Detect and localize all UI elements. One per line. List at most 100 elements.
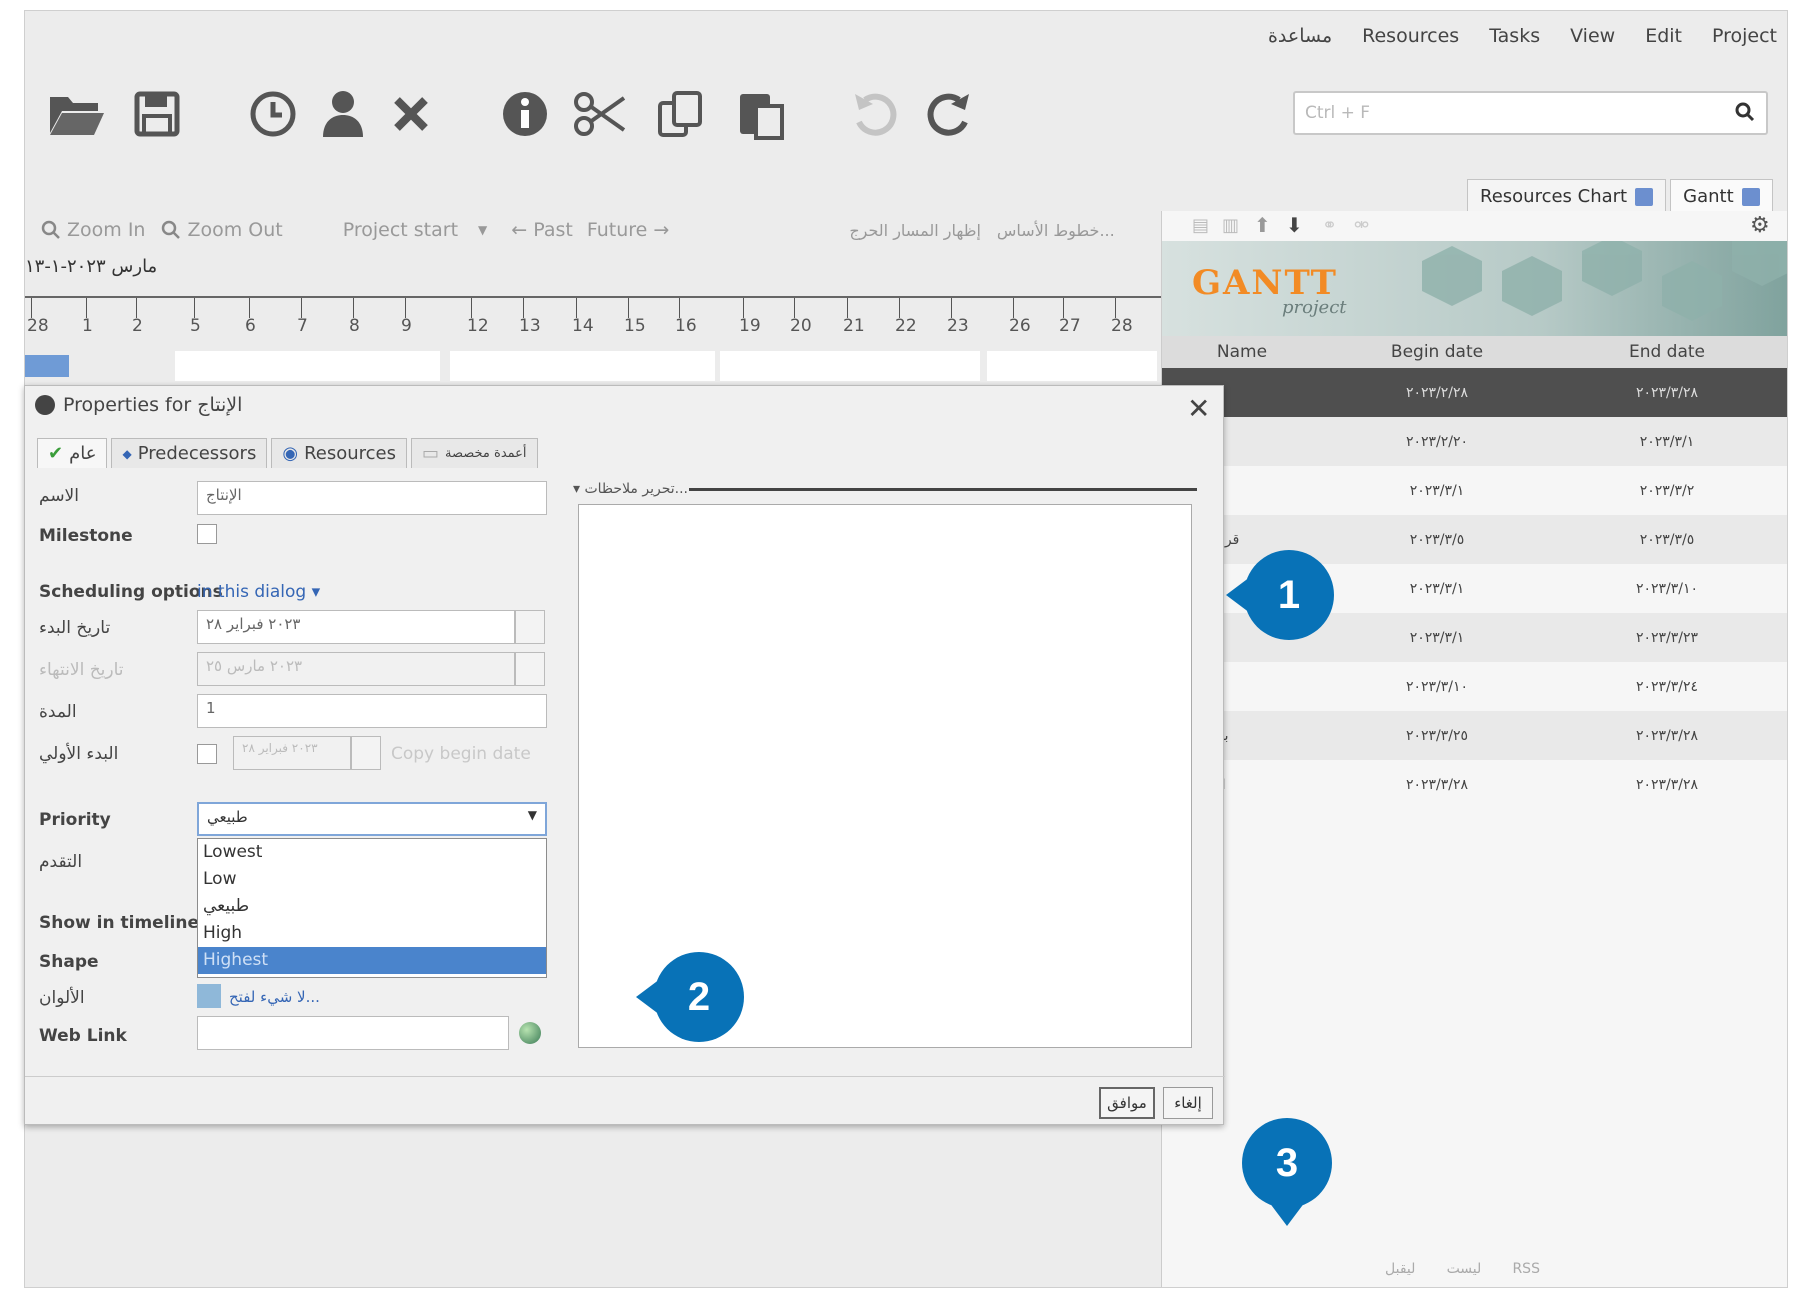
baselines-label: خطوط الأساس...	[996, 220, 1115, 240]
milestone-checkbox[interactable]	[197, 524, 217, 544]
zoom-in-button[interactable]: Zoom In	[41, 219, 145, 241]
clock-icon[interactable]	[243, 84, 303, 144]
critical-path-button[interactable]: إظهار المسار الحرج	[849, 221, 981, 240]
web-link-field[interactable]	[197, 1016, 509, 1050]
ok-button[interactable]: موافق	[1099, 1087, 1155, 1119]
color-swatch[interactable]	[197, 984, 221, 1008]
tab-resources-label: Resources	[304, 443, 396, 464]
begin-date-field[interactable]: ٢٠٢٣ فبراير ٢٨	[197, 610, 515, 644]
arrow-up-icon[interactable]: ⬆	[1254, 213, 1271, 237]
tab-custom-columns[interactable]: ▭ أعمدة مخصصة	[411, 438, 538, 468]
scheduling-link[interactable]: in this dialog ▾	[197, 582, 320, 602]
table-row[interactable]: ت٢٠٢٣/٣/١٠٢٠٢٣/٣/٢٤	[1162, 662, 1787, 711]
ruler-day-label: 20	[790, 316, 812, 336]
menu-tasks[interactable]: Tasks	[1489, 25, 1540, 47]
outdent-icon[interactable]: ▥	[1222, 215, 1239, 236]
ruler-day-label: 7	[297, 316, 308, 336]
duration-field[interactable]: 1	[197, 694, 547, 728]
color-link[interactable]: لا شيء لفتح...	[229, 988, 320, 1006]
past-button[interactable]: ← Past	[511, 219, 573, 241]
priority-option-high[interactable]: High	[198, 920, 546, 947]
table-row[interactable]: البا٢٠٢٣/٢/٢٠٢٠٢٣/٣/١	[1162, 417, 1787, 466]
tab-general[interactable]: ✔ عام	[37, 438, 108, 468]
unlink-icon[interactable]: ⚮	[1354, 215, 1369, 236]
check-icon: ✔	[48, 443, 64, 464]
ruler-day-label: 1	[82, 316, 93, 336]
ruler-tick	[136, 298, 137, 318]
show-in-timeline-label: Show in timeline	[39, 913, 199, 933]
menu-help[interactable]: مساعدة	[1268, 25, 1332, 47]
priority-option-lowest[interactable]: Lowest	[198, 839, 546, 866]
menu-project[interactable]: Project	[1712, 25, 1777, 47]
priority-option-low[interactable]: Low	[198, 866, 546, 893]
zoom-in-icon	[41, 220, 60, 239]
ruler-tick	[353, 298, 354, 318]
calendar-icon	[515, 652, 545, 686]
task-end: ٢٠٢٣/٣/٥	[1639, 531, 1695, 548]
gantt-cell	[450, 351, 715, 381]
name-field[interactable]: الإنتاج	[197, 481, 547, 515]
calendar-icon[interactable]	[515, 610, 545, 644]
shape-label: Shape	[39, 952, 99, 972]
zoom-out-button[interactable]: Zoom Out	[161, 219, 283, 241]
ruler-tick	[847, 298, 848, 318]
task-end: ٢٠٢٣/٣/٢٤	[1635, 678, 1699, 695]
menu-view[interactable]: View	[1570, 25, 1615, 47]
ruler-tick	[679, 298, 680, 318]
column-header-name[interactable]: Name	[1162, 336, 1322, 368]
project-start-dropdown[interactable]: Project start ▼	[343, 219, 488, 241]
priority-option-normal[interactable]: طبيعي	[198, 893, 546, 920]
future-button[interactable]: Future →	[587, 219, 669, 241]
search-icon[interactable]	[1734, 101, 1756, 128]
table-row[interactable]: ٢٠٢٣/٣/١ ٢٠٢٣/٣/٢	[1162, 466, 1787, 515]
baselines-button[interactable]: خطوط الأساس...	[997, 221, 1115, 240]
tab-gantt[interactable]: Gantt	[1670, 179, 1773, 213]
notes-label[interactable]: ▾ تحرير ملاحظات...	[573, 481, 688, 497]
task-begin: ٢٠٢٣/٣/٥	[1409, 531, 1465, 548]
tab-resources[interactable]: ◉ Resources	[271, 438, 407, 468]
table-row[interactable]: ترويج٢٠٢٣/٢/٢٨٢٠٢٣/٣/٢٨	[1162, 368, 1787, 417]
menu-bar: مساعدة Resources Tasks View Edit Project	[25, 11, 1787, 61]
rss-link[interactable]: RSS	[1512, 1261, 1540, 1277]
redo-icon[interactable]	[919, 84, 979, 144]
tab-predecessors[interactable]: ◆ Predecessors	[111, 438, 268, 468]
close-icon[interactable]: ✕	[1187, 392, 1210, 425]
task-bar[interactable]	[25, 355, 69, 377]
priority-dropdown-list: Lowest Low طبيعي High Highest	[197, 838, 547, 978]
status-bar: ليست ليقبل RSS	[1385, 1261, 1540, 1277]
gear-icon[interactable]: ⚙	[1750, 213, 1770, 238]
copy-icon[interactable]	[651, 84, 711, 144]
dialog-title-bar: Properties for الإنتاج	[35, 394, 242, 416]
link-icon[interactable]: ⚭	[1322, 215, 1337, 236]
column-header-begin[interactable]: Begin date	[1322, 336, 1552, 368]
ruler-tick	[743, 298, 744, 318]
task-end: ٢٠٢٣/٣/٢٨	[1635, 776, 1699, 793]
menu-edit[interactable]: Edit	[1645, 25, 1682, 47]
table-row[interactable]: العرض٢٠٢٣/٣/٢٨٢٠٢٣/٣/٢٨	[1162, 760, 1787, 809]
task-end: ٢٠٢٣/٣/٢٨	[1635, 384, 1699, 401]
paste-icon[interactable]	[731, 84, 791, 144]
cut-icon[interactable]	[571, 84, 631, 144]
ruler-day-label: 28	[1111, 316, 1133, 336]
search-input[interactable]: Ctrl + F	[1293, 91, 1768, 135]
column-header-end[interactable]: End date	[1552, 336, 1782, 368]
table-row[interactable]: قراءة البا٢٠٢٣/٣/٥٢٠٢٣/٣/٥	[1162, 515, 1787, 564]
earliest-start-checkbox[interactable]	[197, 744, 217, 764]
user-icon[interactable]	[313, 84, 373, 144]
arrow-down-icon[interactable]: ⬇	[1286, 213, 1303, 237]
open-folder-icon[interactable]	[47, 84, 107, 144]
menu-resources[interactable]: Resources	[1362, 25, 1459, 47]
ruler-day-label: 13	[519, 316, 541, 336]
cancel-button[interactable]: إلغاء	[1163, 1087, 1213, 1119]
delete-icon[interactable]	[381, 84, 441, 144]
globe-icon[interactable]	[519, 1022, 541, 1044]
priority-select[interactable]: طبيعي ▼	[197, 802, 547, 836]
info-icon[interactable]	[495, 84, 555, 144]
indent-icon[interactable]: ▤	[1192, 215, 1209, 236]
priority-option-highest[interactable]: Highest	[198, 947, 546, 974]
table-row[interactable]: بروفات٢٠٢٣/٣/٢٥٢٠٢٣/٣/٢٨	[1162, 711, 1787, 760]
tab-resources-chart[interactable]: Resources Chart	[1467, 179, 1667, 213]
undo-icon[interactable]	[845, 84, 905, 144]
ruler-tick	[31, 298, 32, 318]
save-icon[interactable]	[127, 84, 187, 144]
